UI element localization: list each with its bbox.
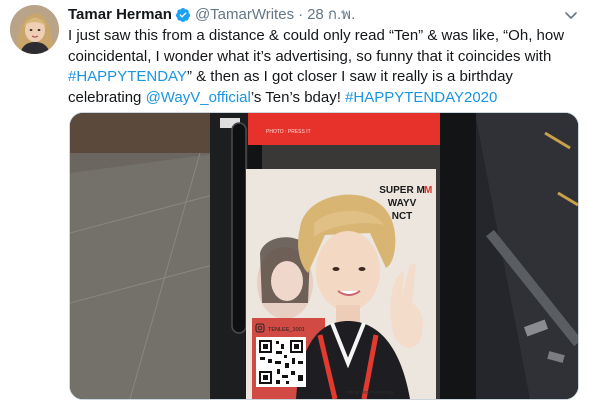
poster-brand-line3: NCT [392,211,413,222]
author-handle[interactable]: @TamarWrites [195,5,294,25]
poster-brand-line2: WAYV [388,198,417,209]
tweet-text-part: I just saw this from a distance & could … [68,27,565,65]
tweet-timestamp[interactable]: 28 ก.พ. [307,5,355,25]
tweet[interactable]: Tamar Herman @TamarWrites · 28 ก.พ. I ju… [0,0,590,406]
hashtag-link[interactable]: #HAPPYTENDAY [68,68,187,85]
tweet-photo[interactable]: PHOTO : PRESS IT SUPER M WAYV NCT M TENL… [69,112,579,400]
tweet-header: Tamar Herman @TamarWrites · 28 ก.พ. [68,5,355,25]
poster-footer: FROM TEN THAI FANS [346,390,394,395]
hashtag-link[interactable]: #HAPPYTENDAY2020 [345,89,497,106]
tweet-text-part: ’s Ten’s bday! [250,88,346,106]
tweet-text: I just saw this from a distance & could … [68,26,583,108]
author-name[interactable]: Tamar Herman [68,5,172,25]
qr-code [256,337,306,387]
chevron-down-icon[interactable] [562,6,580,24]
poster-top-line: PHOTO : PRESS IT [266,129,311,135]
poster-brand-line1: SUPER M [379,185,425,196]
verified-badge-icon [175,7,191,23]
super-m-accent: M [424,185,432,196]
avatar[interactable] [10,5,59,54]
mention-link[interactable]: @WayV_official [146,89,251,106]
separator-dot: · [298,6,304,23]
instagram-handle: TENLEE_1001 [268,327,305,333]
